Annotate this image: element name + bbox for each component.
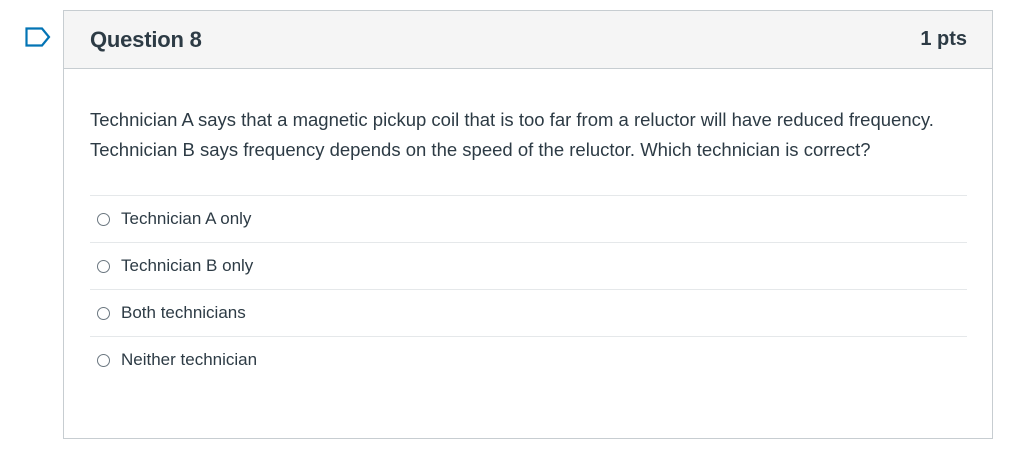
answer-list: Technician A only Technician B only Both… [90,195,967,383]
question-text: Technician A says that a magnetic pickup… [90,109,934,160]
answer-label[interactable]: Both technicians [121,303,246,323]
radio-button[interactable] [97,306,110,320]
radio-button[interactable] [97,353,110,367]
question-points: 1 pts [920,28,967,50]
question-header: Question 8 1 pts [64,11,992,69]
answer-label[interactable]: Neither technician [121,350,257,370]
question-card: Question 8 1 pts Technician A says that … [63,10,993,439]
question-body: Technician A says that a magnetic pickup… [64,69,992,383]
answer-option[interactable]: Both technicians [90,290,967,337]
answer-option[interactable]: Technician B only [90,243,967,290]
question-title: Question 8 [90,26,202,52]
answer-option[interactable]: Technician A only [90,196,967,243]
radio-button[interactable] [97,212,110,226]
flag-question-icon[interactable] [25,27,51,47]
answer-label[interactable]: Technician A only [121,209,251,229]
answer-option[interactable]: Neither technician [90,337,967,383]
answer-label[interactable]: Technician B only [121,256,253,276]
radio-button[interactable] [97,259,110,273]
